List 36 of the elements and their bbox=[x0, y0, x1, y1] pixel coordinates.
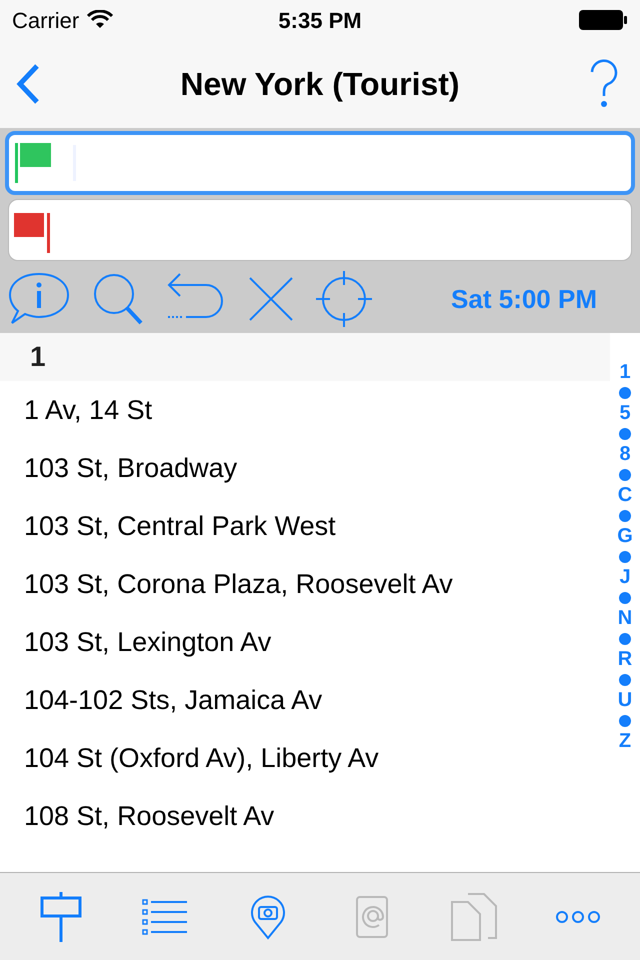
signpost-icon bbox=[40, 892, 84, 942]
index-letter[interactable]: R bbox=[618, 648, 632, 671]
station-row[interactable]: 108 St, Roosevelt Av bbox=[0, 787, 610, 845]
stop-field[interactable] bbox=[8, 199, 632, 261]
index-letter[interactable]: J bbox=[619, 566, 631, 589]
index-letter[interactable]: N bbox=[618, 607, 632, 630]
departure-time[interactable]: Sat 5:00 PM bbox=[451, 280, 597, 318]
index-letter[interactable]: U bbox=[618, 689, 632, 712]
stop-field[interactable] bbox=[5, 131, 635, 195]
station-row[interactable]: 103 St, Corona Plaza, Roosevelt Av bbox=[0, 555, 610, 613]
station-row[interactable]: 103 St, Broadway bbox=[0, 439, 610, 497]
station-row[interactable]: 104 St (Oxford Av), Liberty Av bbox=[0, 729, 610, 787]
index-letter[interactable]: Z bbox=[618, 730, 632, 753]
nav-title: New York (Tourist) bbox=[180, 65, 460, 104]
index-letter[interactable]: 1 bbox=[619, 361, 631, 384]
station-row[interactable]: 1 Av, 14 St bbox=[0, 381, 610, 439]
index-letter[interactable]: C bbox=[618, 484, 632, 507]
station-row[interactable]: 104-102 Sts, Jamaica Av bbox=[0, 671, 610, 729]
more-icon bbox=[555, 910, 602, 924]
station-row[interactable]: 103 St, Central Park West bbox=[0, 497, 610, 555]
crosshair-icon[interactable] bbox=[316, 271, 372, 327]
status-time: 5:35 PM bbox=[278, 6, 362, 34]
carrier-label: Carrier bbox=[12, 6, 80, 34]
end-flag-icon bbox=[14, 213, 52, 253]
index-letter[interactable]: G bbox=[617, 525, 633, 548]
camera-pin-icon bbox=[250, 894, 286, 940]
section-header: 1 bbox=[0, 333, 610, 381]
battery-icon bbox=[578, 9, 628, 31]
close-icon[interactable] bbox=[248, 276, 294, 322]
wifi-icon bbox=[87, 10, 114, 30]
start-flag-icon bbox=[15, 143, 53, 183]
search-icon[interactable] bbox=[92, 272, 144, 326]
index-letter[interactable]: 5 bbox=[619, 402, 631, 425]
index-letter[interactable]: 8 bbox=[619, 443, 631, 466]
address-book-icon bbox=[354, 894, 390, 940]
station-row[interactable]: 103 St, Lexington Av bbox=[0, 613, 610, 671]
